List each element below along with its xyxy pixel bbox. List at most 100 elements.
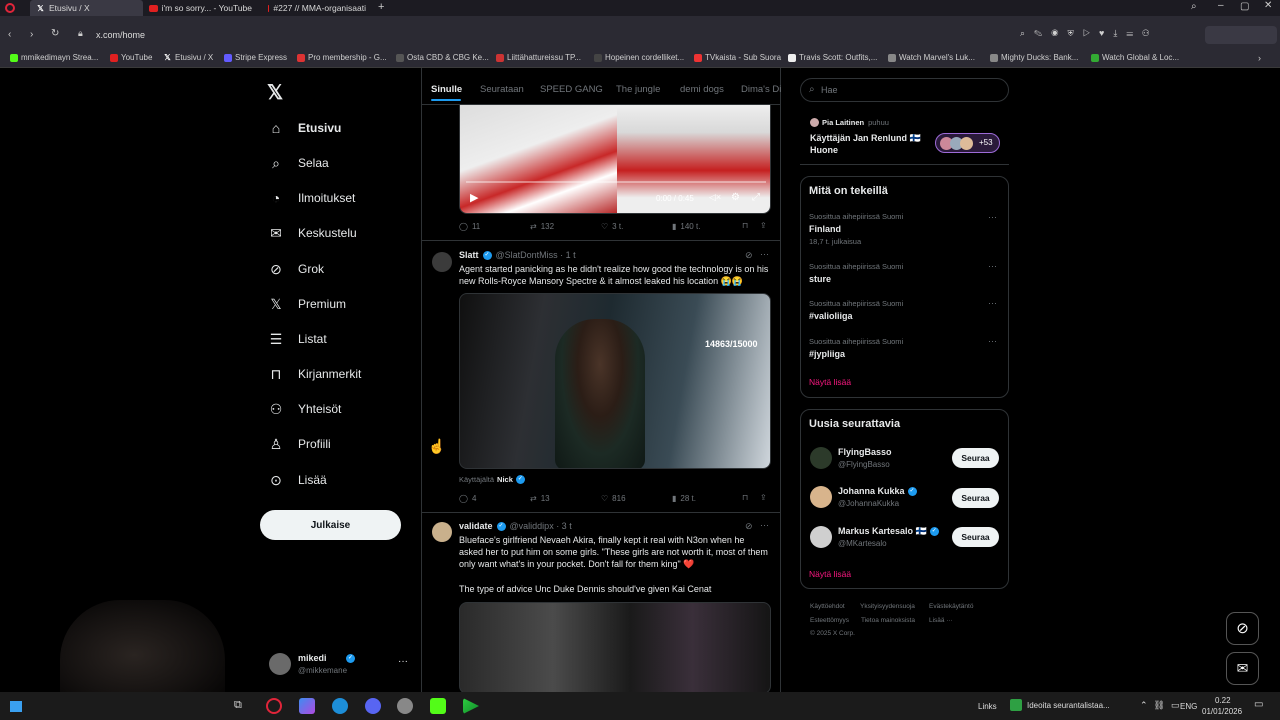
follow-button[interactable]: Seuraa: [952, 488, 999, 508]
tab-list[interactable]: SPEED GANG: [540, 84, 603, 95]
post-more-icon[interactable]: ···: [760, 249, 769, 259]
avatar[interactable]: [432, 522, 452, 542]
bookmark-item[interactable]: Osta CBD & CBG Ke...: [396, 53, 489, 62]
browser-tab[interactable]: 𝕏 Etusivu / X: [30, 0, 143, 16]
bookmark-item[interactable]: YouTube: [110, 53, 152, 62]
avatar[interactable]: [810, 447, 832, 469]
tab-list[interactable]: The jungle: [616, 84, 660, 95]
trend-more-icon[interactable]: ···: [988, 261, 997, 271]
app-icon[interactable]: [397, 698, 413, 714]
tab-for-you[interactable]: Sinulle: [431, 84, 462, 95]
tab-list[interactable]: demi dogs: [680, 84, 724, 95]
browser-tab[interactable]: i'm so sorry... - YouTube: [143, 0, 258, 16]
tagged-users[interactable]: Käyttäjältä Nick ✓: [459, 475, 525, 484]
play-icon[interactable]: ▶: [470, 191, 478, 204]
task-view-icon[interactable]: ⧉: [234, 699, 242, 712]
nav-item-bookmarks[interactable]: ⊓ Kirjanmerkit: [268, 363, 362, 385]
forward-icon[interactable]: ›: [30, 29, 33, 40]
grok-post-icon[interactable]: ⊘: [745, 521, 753, 532]
mute-icon[interactable]: ◁×: [709, 192, 721, 203]
post-button[interactable]: Julkaise: [260, 510, 401, 540]
nav-item-notifications[interactable]: ◔ Ilmoitukset: [268, 187, 356, 209]
maximize-icon[interactable]: ▢: [1240, 1, 1249, 12]
views-button[interactable]: ▮ 140 t.: [672, 222, 700, 231]
repost-button[interactable]: ⇄ 132: [530, 222, 554, 231]
search-tabs-icon[interactable]: ⌕: [1191, 1, 1197, 12]
edge-app-icon[interactable]: [332, 698, 348, 714]
bookmarks-overflow-icon[interactable]: ›: [1258, 53, 1261, 63]
fullscreen-icon[interactable]: ⤢: [752, 192, 760, 203]
minimize-icon[interactable]: –: [1218, 0, 1224, 11]
reload-icon[interactable]: ↻: [51, 28, 59, 39]
post-video[interactable]: ▶ 0:00 / 0:45 ◁× ⚙ ⤢: [459, 105, 771, 214]
bookmark-item[interactable]: Stripe Express: [224, 53, 287, 62]
nav-item-messages[interactable]: ✉ Keskustelu: [268, 222, 357, 244]
footer-link[interactable]: Esteettömyys: [810, 617, 849, 624]
nav-item-grok[interactable]: ⊘ Grok: [268, 258, 324, 280]
bookmark-button[interactable]: ⊓: [742, 221, 748, 230]
share-button[interactable]: ⇪: [760, 493, 767, 502]
input-language[interactable]: ENG: [1180, 702, 1197, 711]
trend-item[interactable]: #valioliiga: [809, 311, 853, 321]
notification-item[interactable]: Ideoita seurantalistaa...: [1010, 699, 1110, 711]
nav-item-explore[interactable]: ⌕ Selaa: [268, 152, 329, 174]
sidebar-extensions-icon[interactable]: [1205, 26, 1277, 44]
footer-link[interactable]: Lisää ···: [929, 617, 953, 624]
trend-more-icon[interactable]: ···: [988, 336, 997, 346]
nav-item-home[interactable]: ⌂ Etusivu: [268, 117, 342, 139]
space-card[interactable]: Pia Laitinen puhuu Käyttäjän Jan Renlund…: [800, 110, 1009, 165]
post-handle[interactable]: @validdipx · 3 t: [510, 521, 572, 531]
repost-button[interactable]: ⇄ 13: [530, 494, 550, 503]
bookmark-item[interactable]: 𝕏 Etusivu / X: [163, 53, 213, 62]
account-switcher[interactable]: mikedi ✓ @mikkemane ···: [266, 650, 416, 682]
browser-tab[interactable]: #227 // MMA-organisaati: [262, 0, 372, 16]
reply-button[interactable]: ◯ 11: [459, 222, 480, 231]
bookmark-item[interactable]: Hopeinen cordelliket...: [594, 53, 684, 62]
show-more-link[interactable]: Näytä lisää: [809, 377, 851, 387]
bookmark-button[interactable]: ⊓: [742, 493, 748, 502]
url-field[interactable]: x.com/home: [96, 30, 145, 40]
nav-item-more[interactable]: ⊙ Lisää: [268, 469, 327, 491]
tab-list[interactable]: Dima's Di: [741, 84, 781, 95]
avatar[interactable]: [810, 526, 832, 548]
post-handle[interactable]: @SlatDontMiss · 1 t: [496, 250, 576, 260]
bookmark-item[interactable]: mmikedimayn Strea...: [10, 53, 98, 62]
start-icon[interactable]: [10, 701, 22, 712]
views-button[interactable]: ▮ 28 t.: [672, 494, 696, 503]
nav-item-profile[interactable]: ♙ Profiili: [268, 433, 331, 455]
post-author[interactable]: Slatt: [459, 250, 479, 260]
grok-post-icon[interactable]: ⊘: [745, 250, 753, 261]
bookmark-item[interactable]: Liittähattureissu TP...: [496, 53, 581, 62]
opera-logo-icon[interactable]: [5, 3, 15, 13]
nav-item-communities[interactable]: ⚇ Yhteisöt: [268, 398, 342, 420]
avatar[interactable]: [810, 486, 832, 508]
follow-button[interactable]: Seuraa: [952, 527, 999, 547]
footer-link[interactable]: Tietoa mainoksista: [861, 617, 915, 624]
clock-time[interactable]: 0.22: [1215, 696, 1231, 705]
tab-following[interactable]: Seurataan: [480, 84, 524, 95]
bookmark-item[interactable]: Watch Marvel's Luk...: [888, 53, 975, 62]
follow-button[interactable]: Seuraa: [952, 448, 999, 468]
settings-icon[interactable]: ⚙: [731, 192, 740, 203]
post-more-icon[interactable]: ···: [760, 520, 769, 530]
bookmark-item[interactable]: Mighty Ducks: Bank...: [990, 53, 1078, 62]
bookmark-item[interactable]: Watch Global & Loc...: [1091, 53, 1179, 62]
new-tab-button[interactable]: +: [378, 1, 384, 13]
grok-float-button[interactable]: ⊘: [1226, 612, 1259, 645]
trend-item[interactable]: Finland: [809, 224, 841, 234]
toolbar-extensions-icon[interactable]: ⌕✎◉⛨▷♥⤓☰⚇: [1020, 28, 1158, 39]
suggested-user-name[interactable]: Markus Kartesalo 🇫🇮: [838, 526, 927, 537]
like-button[interactable]: ♡ 816: [601, 494, 626, 503]
footer-link[interactable]: Evästekäytäntö: [929, 603, 973, 610]
post-video[interactable]: [459, 602, 771, 694]
show-more-link[interactable]: Näytä lisää: [809, 569, 851, 579]
kick-app-icon[interactable]: [430, 698, 446, 714]
bookmark-item[interactable]: Travis Scott: Outfits,...: [788, 53, 877, 62]
trend-item[interactable]: sture: [809, 274, 831, 284]
nav-item-premium[interactable]: 𝕏 Premium: [268, 293, 346, 315]
opera-app-icon[interactable]: [266, 698, 282, 714]
more-options-icon[interactable]: ···: [398, 656, 408, 667]
links-toolbar[interactable]: Links: [978, 702, 997, 711]
avatar[interactable]: [432, 252, 452, 272]
nav-item-lists[interactable]: ☰ Listat: [268, 328, 327, 350]
